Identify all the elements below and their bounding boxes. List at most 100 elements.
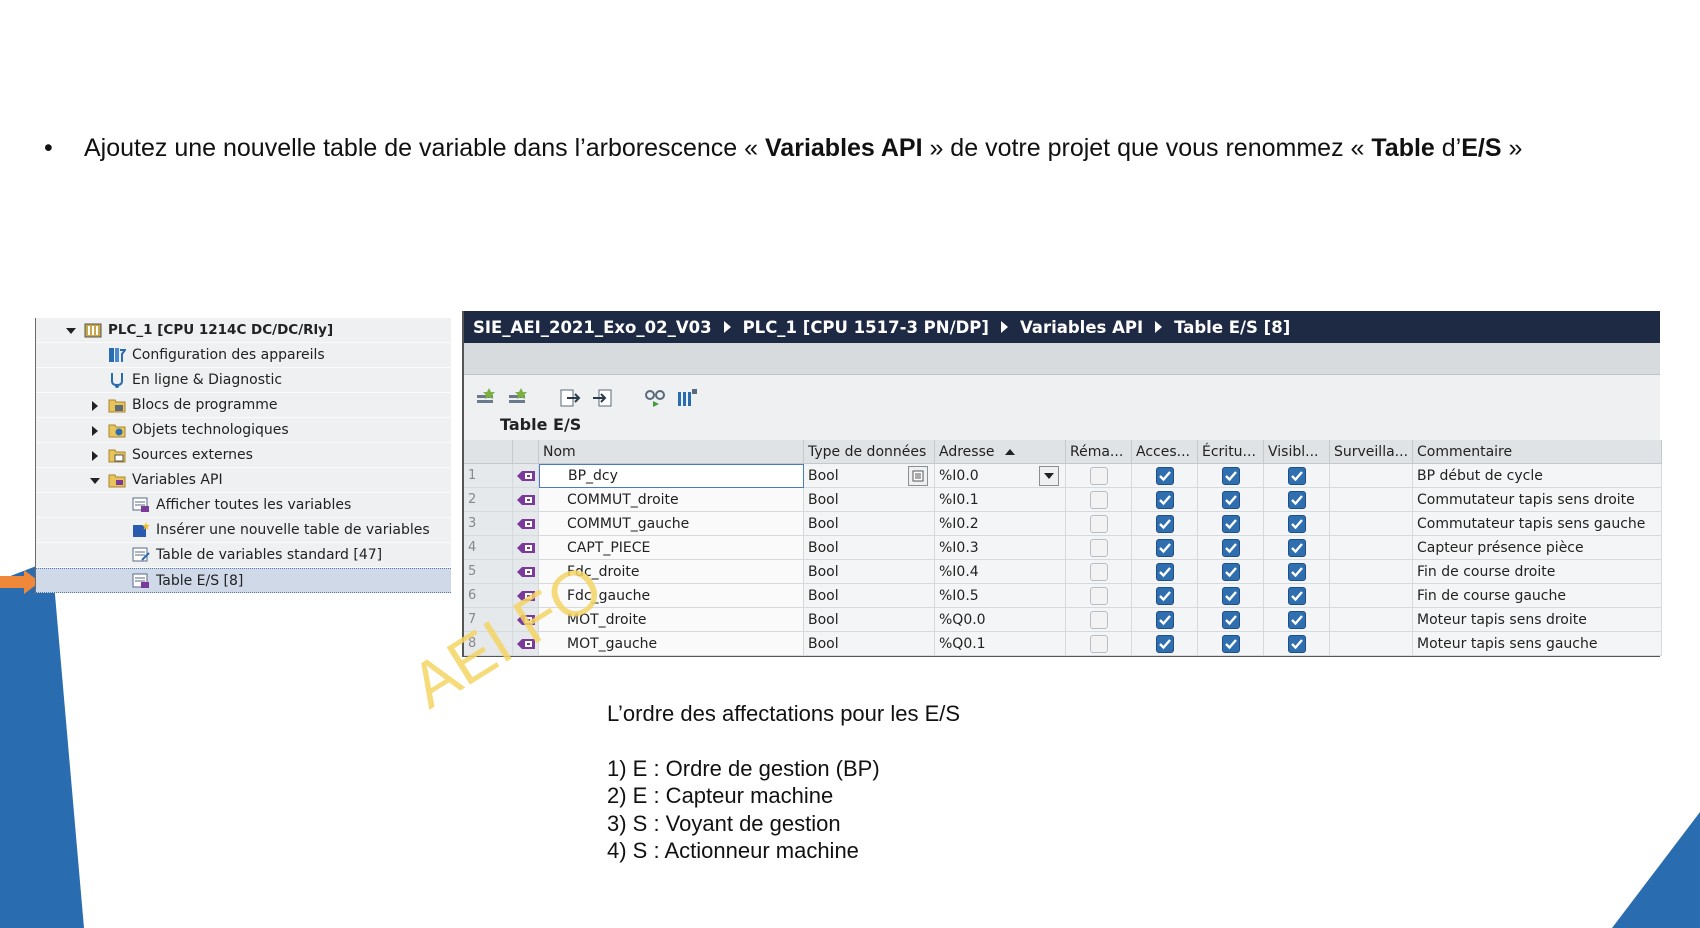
visible-cell[interactable] <box>1264 488 1330 512</box>
data-type-cell[interactable]: Bool <box>804 608 935 632</box>
breadcrumb-plc-tags[interactable]: Variables API <box>1020 318 1143 337</box>
write-cell[interactable] <box>1198 584 1264 608</box>
tag-name-cell[interactable]: COMMUT_gauche <box>539 512 804 536</box>
import-button[interactable] <box>590 385 616 411</box>
write-checkbox[interactable] <box>1221 610 1240 629</box>
tree-item-show-all-tags[interactable]: Afficher toutes les variables <box>36 493 451 518</box>
remanent-checkbox[interactable] <box>1089 634 1108 653</box>
address-cell[interactable]: %I0.3 <box>935 536 1066 560</box>
remanent-checkbox[interactable] <box>1089 490 1108 509</box>
visible-checkbox[interactable] <box>1287 634 1306 653</box>
visible-cell[interactable] <box>1264 560 1330 584</box>
write-checkbox[interactable] <box>1221 490 1240 509</box>
remanent-cell[interactable] <box>1066 464 1132 488</box>
write-checkbox[interactable] <box>1221 586 1240 605</box>
comment-cell[interactable]: Fin de course gauche <box>1413 584 1662 608</box>
table-row[interactable]: 6 Fdc_gauche Bool %I0.5 Fin de course gauche <box>464 584 1662 608</box>
address-dropdown-button[interactable] <box>1039 466 1059 486</box>
address-cell[interactable]: %I0.2 <box>935 512 1066 536</box>
header-visible[interactable]: Visibl... <box>1264 440 1330 464</box>
access-cell[interactable] <box>1132 560 1198 584</box>
tree-item-online-diagnostic[interactable]: En ligne & Diagnostic <box>36 368 451 393</box>
write-checkbox[interactable] <box>1221 562 1240 581</box>
supervision-cell[interactable] <box>1330 512 1413 536</box>
remanent-cell[interactable] <box>1066 536 1132 560</box>
tree-item-plc[interactable]: PLC_1 [CPU 1214C DC/DC/Rly] <box>36 318 451 343</box>
write-cell[interactable] <box>1198 464 1264 488</box>
visible-checkbox[interactable] <box>1287 610 1306 629</box>
insert-row-button[interactable] <box>506 385 532 411</box>
table-row[interactable]: 4 CAPT_PIECE Bool %I0.3 Capteur présence piè… <box>464 536 1662 560</box>
remanent-cell[interactable] <box>1066 608 1132 632</box>
supervision-cell[interactable] <box>1330 536 1413 560</box>
tag-name-cell[interactable]: MOT_gauche <box>539 632 804 656</box>
table-row[interactable]: 3 COMMUT_gauche Bool %I0.2 Commutateur tapis… <box>464 512 1662 536</box>
header-address[interactable]: Adresse <box>935 440 1066 464</box>
data-type-cell[interactable]: Bool <box>804 536 935 560</box>
add-row-button[interactable] <box>474 385 500 411</box>
tree-item-technology-objects[interactable]: Objets technologiques <box>36 418 451 443</box>
tree-item-program-blocks[interactable]: Blocs de programme <box>36 393 451 418</box>
header-supervision[interactable]: Surveilla... <box>1330 440 1413 464</box>
supervision-cell[interactable] <box>1330 560 1413 584</box>
table-row[interactable]: 2 COMMUT_droite Bool %I0.1 Commutateur tapis… <box>464 488 1662 512</box>
supervision-cell[interactable] <box>1330 608 1413 632</box>
collapsed-arrow-icon[interactable] <box>90 426 100 436</box>
access-cell[interactable] <box>1132 488 1198 512</box>
remanent-checkbox[interactable] <box>1089 562 1108 581</box>
comment-cell[interactable]: Moteur tapis sens gauche <box>1413 632 1662 656</box>
supervision-cell[interactable] <box>1330 584 1413 608</box>
remanent-checkbox[interactable] <box>1089 538 1108 557</box>
access-checkbox[interactable] <box>1155 610 1174 629</box>
breadcrumb-plc[interactable]: PLC_1 [CPU 1517-3 PN/DP] <box>743 318 989 337</box>
remanent-checkbox[interactable] <box>1089 586 1108 605</box>
write-cell[interactable] <box>1198 608 1264 632</box>
write-checkbox[interactable] <box>1221 466 1240 485</box>
header-write[interactable]: Écritu... <box>1198 440 1264 464</box>
address-cell[interactable]: %I0.5 <box>935 584 1066 608</box>
supervision-cell[interactable] <box>1330 488 1413 512</box>
visible-cell[interactable] <box>1264 584 1330 608</box>
header-type[interactable]: Type de données <box>804 440 935 464</box>
visible-cell[interactable] <box>1264 608 1330 632</box>
tree-item-add-tag-table[interactable]: Insérer une nouvelle table de variables <box>36 518 451 543</box>
comment-cell[interactable]: Moteur tapis sens droite <box>1413 608 1662 632</box>
access-checkbox[interactable] <box>1155 514 1174 533</box>
type-picker-button[interactable] <box>908 466 928 486</box>
header-comment[interactable]: Commentaire <box>1413 440 1662 464</box>
comment-cell[interactable]: Capteur présence pièce <box>1413 536 1662 560</box>
visible-checkbox[interactable] <box>1287 466 1306 485</box>
data-type-cell[interactable]: Bool <box>804 512 935 536</box>
access-checkbox[interactable] <box>1155 466 1174 485</box>
tag-name-cell[interactable]: COMMUT_droite <box>539 488 804 512</box>
comment-cell[interactable]: Commutateur tapis sens droite <box>1413 488 1662 512</box>
header-name[interactable]: Nom <box>539 440 804 464</box>
data-type-cell[interactable]: Bool <box>804 488 935 512</box>
visible-cell[interactable] <box>1264 632 1330 656</box>
table-row[interactable]: 5 Fdc_droite Bool %I0.4 Fin de course droite <box>464 560 1662 584</box>
remanent-cell[interactable] <box>1066 488 1132 512</box>
access-cell[interactable] <box>1132 512 1198 536</box>
address-cell[interactable]: %Q0.1 <box>935 632 1066 656</box>
access-checkbox[interactable] <box>1155 562 1174 581</box>
address-cell[interactable]: %Q0.0 <box>935 608 1066 632</box>
table-row[interactable]: 1 BP_dcy Bool %I0.0 BP début de cycle <box>464 464 1662 488</box>
supervision-cell[interactable] <box>1330 464 1413 488</box>
tree-item-external-sources[interactable]: Sources externes <box>36 443 451 468</box>
tree-item-device-config[interactable]: Configuration des appareils <box>36 343 451 368</box>
header-access[interactable]: Acces... <box>1132 440 1198 464</box>
expand-arrow-icon[interactable] <box>66 326 76 336</box>
data-type-cell[interactable]: Bool <box>804 560 935 584</box>
table-row[interactable]: 8 MOT_gauche Bool %Q0.1 Moteur tapis sens ga… <box>464 632 1662 656</box>
access-cell[interactable] <box>1132 536 1198 560</box>
access-cell[interactable] <box>1132 608 1198 632</box>
comment-cell[interactable]: BP début de cycle <box>1413 464 1662 488</box>
remanent-cell[interactable] <box>1066 632 1132 656</box>
visible-checkbox[interactable] <box>1287 538 1306 557</box>
data-type-cell[interactable]: Bool <box>804 464 935 488</box>
visible-cell[interactable] <box>1264 536 1330 560</box>
collapsed-arrow-icon[interactable] <box>90 451 100 461</box>
breadcrumb-project[interactable]: SIE_AEI_2021_Exo_02_V03 <box>473 318 712 337</box>
visible-cell[interactable] <box>1264 512 1330 536</box>
visible-checkbox[interactable] <box>1287 586 1306 605</box>
